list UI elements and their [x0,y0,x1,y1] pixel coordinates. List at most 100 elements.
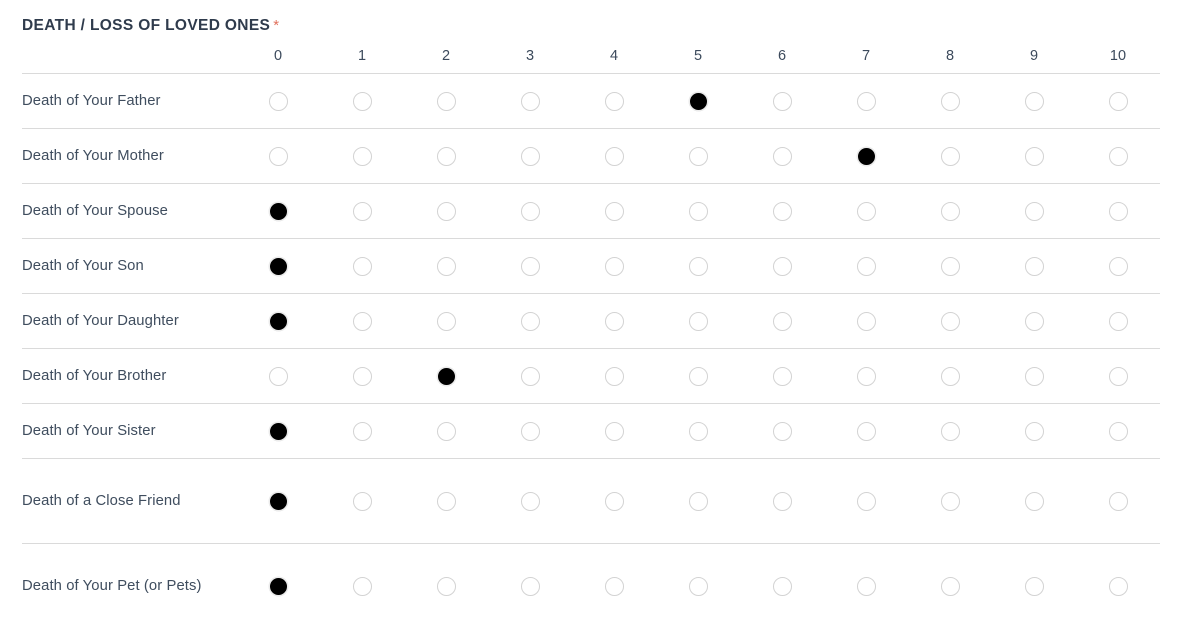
matrix-cell[interactable] [740,349,824,404]
matrix-cell[interactable] [656,294,740,349]
matrix-cell[interactable] [656,74,740,129]
matrix-cell[interactable] [1076,544,1160,628]
matrix-cell[interactable] [488,459,572,544]
matrix-cell[interactable] [320,184,404,239]
radio-option-4[interactable] [605,492,624,511]
radio-option-7[interactable] [857,202,876,221]
matrix-cell[interactable] [1076,459,1160,544]
radio-option-6[interactable] [773,492,792,511]
matrix-cell[interactable] [404,544,488,628]
radio-option-0-selected[interactable] [269,257,288,276]
radio-option-2[interactable] [437,202,456,221]
radio-option-1[interactable] [353,257,372,276]
radio-option-5[interactable] [689,577,708,596]
radio-option-1[interactable] [353,202,372,221]
radio-option-3[interactable] [521,492,540,511]
radio-option-4[interactable] [605,422,624,441]
matrix-cell[interactable] [824,239,908,294]
matrix-cell[interactable] [992,404,1076,459]
matrix-cell[interactable] [908,129,992,184]
radio-option-9[interactable] [1025,492,1044,511]
matrix-cell[interactable] [320,544,404,628]
matrix-cell[interactable] [824,459,908,544]
radio-option-9[interactable] [1025,147,1044,166]
radio-option-8[interactable] [941,92,960,111]
radio-option-7[interactable] [857,92,876,111]
matrix-cell[interactable] [404,294,488,349]
radio-option-7[interactable] [857,312,876,331]
radio-option-9[interactable] [1025,577,1044,596]
radio-option-8[interactable] [941,577,960,596]
radio-option-3[interactable] [521,202,540,221]
radio-option-10[interactable] [1109,422,1128,441]
radio-option-4[interactable] [605,202,624,221]
matrix-cell[interactable] [824,404,908,459]
matrix-cell[interactable] [320,404,404,459]
radio-option-10[interactable] [1109,492,1128,511]
radio-option-3[interactable] [521,312,540,331]
matrix-cell[interactable] [488,239,572,294]
radio-option-7[interactable] [857,422,876,441]
matrix-cell[interactable] [1076,404,1160,459]
matrix-cell[interactable] [236,404,320,459]
radio-option-4[interactable] [605,312,624,331]
matrix-cell[interactable] [740,184,824,239]
radio-option-2[interactable] [437,147,456,166]
matrix-cell[interactable] [320,129,404,184]
matrix-cell[interactable] [320,239,404,294]
radio-option-10[interactable] [1109,257,1128,276]
matrix-cell[interactable] [236,349,320,404]
radio-option-5[interactable] [689,492,708,511]
radio-option-8[interactable] [941,422,960,441]
matrix-cell[interactable] [656,129,740,184]
matrix-cell[interactable] [236,129,320,184]
radio-option-2[interactable] [437,422,456,441]
matrix-cell[interactable] [404,459,488,544]
matrix-cell[interactable] [488,129,572,184]
matrix-cell[interactable] [992,349,1076,404]
radio-option-0[interactable] [269,147,288,166]
matrix-cell[interactable] [320,74,404,129]
matrix-cell[interactable] [572,459,656,544]
matrix-cell[interactable] [992,544,1076,628]
radio-option-10[interactable] [1109,577,1128,596]
matrix-cell[interactable] [992,239,1076,294]
matrix-cell[interactable] [320,459,404,544]
radio-option-10[interactable] [1109,367,1128,386]
matrix-cell[interactable] [824,294,908,349]
matrix-cell[interactable] [572,184,656,239]
matrix-cell[interactable] [572,294,656,349]
matrix-cell[interactable] [992,459,1076,544]
radio-option-6[interactable] [773,92,792,111]
matrix-cell[interactable] [824,184,908,239]
matrix-cell[interactable] [656,184,740,239]
matrix-cell[interactable] [656,459,740,544]
matrix-cell[interactable] [1076,74,1160,129]
radio-option-0-selected[interactable] [269,422,288,441]
radio-option-9[interactable] [1025,202,1044,221]
matrix-cell[interactable] [740,459,824,544]
radio-option-2[interactable] [437,492,456,511]
radio-option-6[interactable] [773,422,792,441]
radio-option-7-selected[interactable] [857,147,876,166]
matrix-cell[interactable] [236,294,320,349]
matrix-cell[interactable] [656,239,740,294]
matrix-cell[interactable] [404,129,488,184]
radio-option-3[interactable] [521,92,540,111]
radio-option-0[interactable] [269,92,288,111]
matrix-cell[interactable] [320,294,404,349]
matrix-cell[interactable] [236,74,320,129]
radio-option-10[interactable] [1109,202,1128,221]
matrix-cell[interactable] [908,349,992,404]
radio-option-9[interactable] [1025,367,1044,386]
radio-option-10[interactable] [1109,147,1128,166]
radio-option-3[interactable] [521,577,540,596]
radio-option-9[interactable] [1025,257,1044,276]
radio-option-7[interactable] [857,367,876,386]
radio-option-3[interactable] [521,422,540,441]
radio-option-4[interactable] [605,92,624,111]
matrix-cell[interactable] [824,74,908,129]
matrix-cell[interactable] [488,404,572,459]
matrix-cell[interactable] [1076,184,1160,239]
matrix-cell[interactable] [488,544,572,628]
